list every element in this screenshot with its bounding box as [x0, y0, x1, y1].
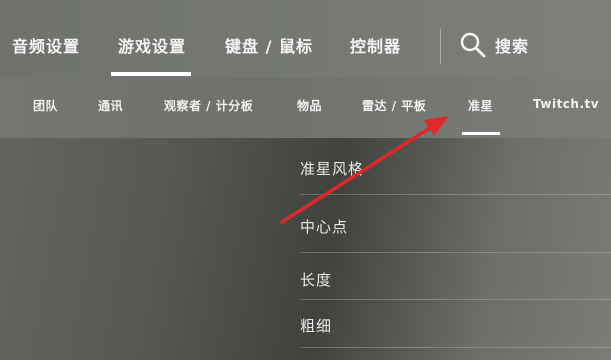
setting-length[interactable]: 长度 — [300, 269, 332, 290]
nav-divider — [440, 28, 441, 64]
subtab-team[interactable]: 团队 — [33, 97, 58, 114]
subtab-items[interactable]: 物品 — [297, 97, 322, 114]
setting-crosshair-style[interactable]: 准星风格 — [300, 158, 364, 179]
subtab-communication[interactable]: 通讯 — [98, 97, 123, 114]
tab-game-settings[interactable]: 游戏设置 — [118, 33, 186, 57]
tab-audio-settings[interactable]: 音频设置 — [12, 33, 80, 57]
row-divider — [300, 347, 611, 348]
top-navigation: 音频设置 游戏设置 键盘 / 鼠标 控制器 搜索 — [0, 0, 611, 78]
subtab-spectator-scoreboard[interactable]: 观察者 / 计分板 — [164, 97, 253, 114]
setting-center-dot[interactable]: 中心点 — [300, 216, 348, 237]
tab-controller[interactable]: 控制器 — [350, 33, 401, 57]
row-divider — [300, 194, 611, 195]
row-divider — [300, 299, 611, 300]
subtab-twitch[interactable]: Twitch.tv — [533, 97, 599, 111]
search-icon[interactable] — [460, 32, 486, 58]
row-divider — [300, 252, 611, 253]
settings-panel: 准星风格 中心点 长度 粗细 — [300, 138, 611, 360]
search-button[interactable]: 搜索 — [495, 33, 529, 57]
active-tab-indicator — [111, 72, 191, 76]
subtab-radar-tablet[interactable]: 雷达 / 平板 — [362, 97, 426, 114]
setting-thickness[interactable]: 粗细 — [300, 315, 332, 336]
active-subtab-indicator — [462, 132, 500, 135]
subtab-crosshair[interactable]: 准星 — [468, 97, 493, 114]
tab-keyboard-mouse[interactable]: 键盘 / 鼠标 — [225, 33, 313, 57]
sub-navigation: 团队 通讯 观察者 / 计分板 物品 雷达 / 平板 准星 Twitch.tv — [0, 78, 611, 138]
